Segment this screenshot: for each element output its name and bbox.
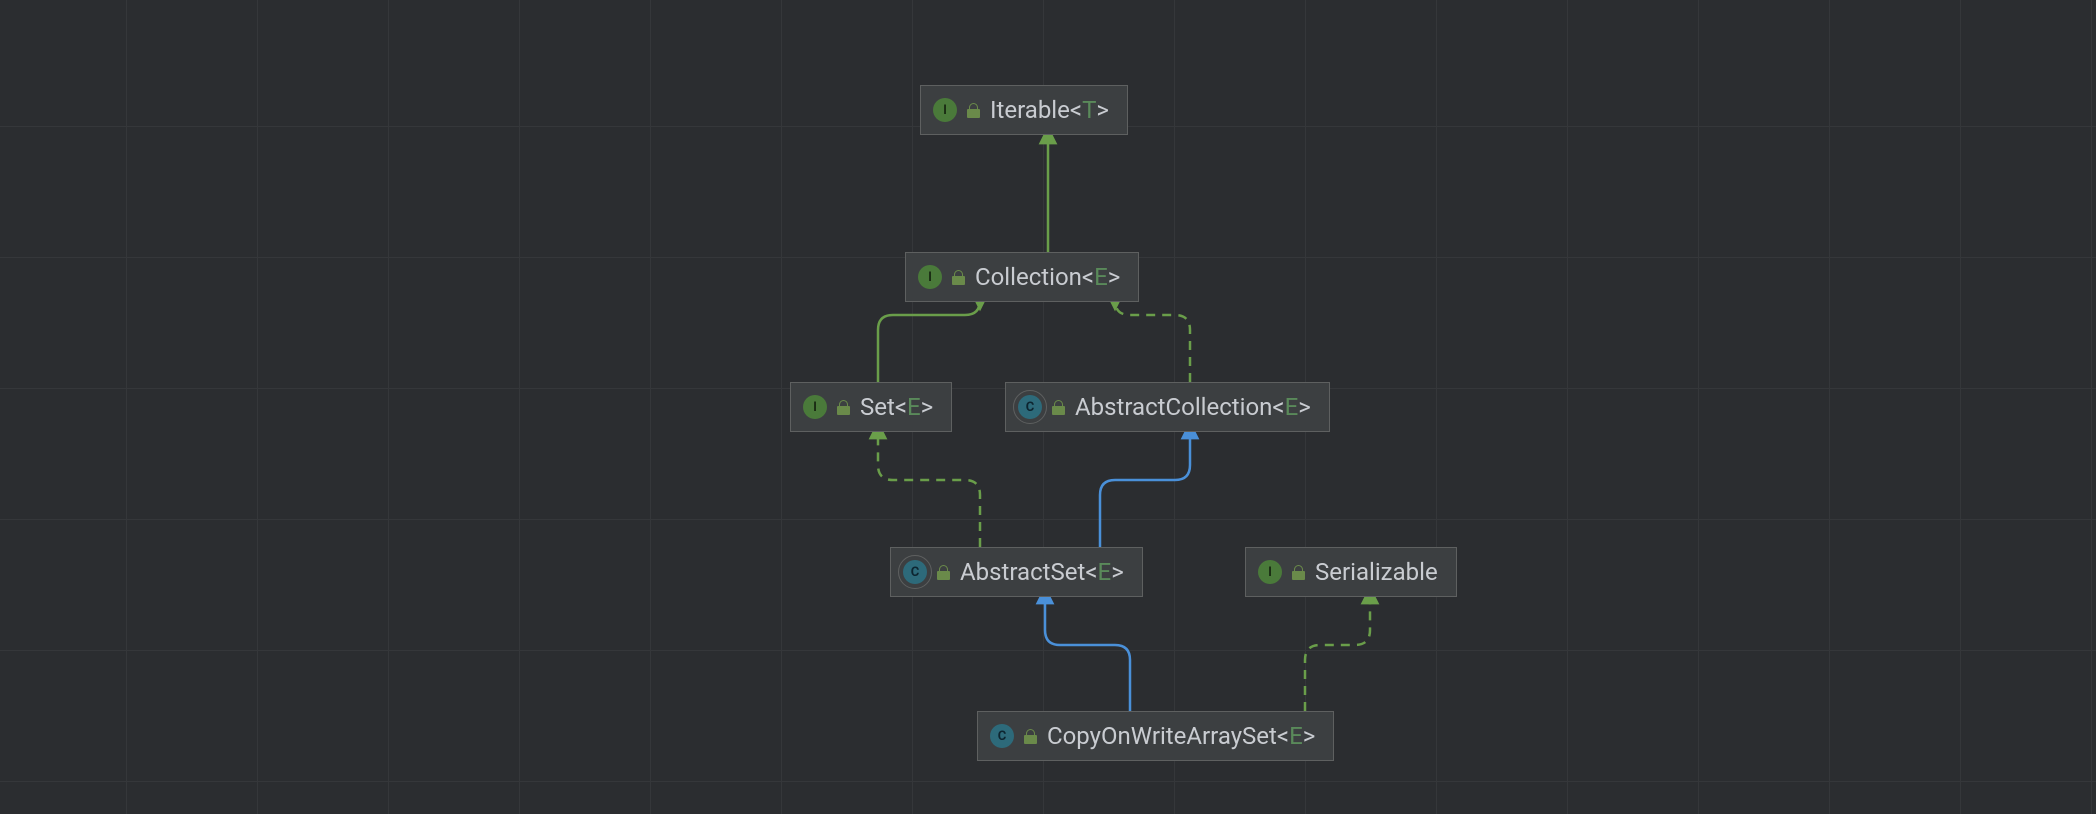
lock-icon (1052, 400, 1065, 415)
node-label: Iterable<T> (990, 96, 1109, 124)
node-copyonwritearrayset[interactable]: C CopyOnWriteArraySet<E> (977, 711, 1334, 761)
lock-icon (837, 400, 850, 415)
node-label: CopyOnWriteArraySet<E> (1047, 722, 1315, 750)
node-serializable[interactable]: I Serializable (1245, 547, 1457, 597)
class-icon: C (990, 724, 1014, 748)
interface-icon: I (918, 265, 942, 289)
lock-icon (1292, 565, 1305, 580)
node-label: Collection<E> (975, 263, 1120, 291)
node-collection[interactable]: I Collection<E> (905, 252, 1139, 302)
node-abstractset[interactable]: C AbstractSet<E> (890, 547, 1143, 597)
lock-icon (1024, 729, 1037, 744)
node-label: Serializable (1315, 558, 1438, 586)
interface-icon: I (803, 395, 827, 419)
node-label: AbstractCollection<E> (1075, 393, 1311, 421)
lock-icon (952, 270, 965, 285)
lock-icon (967, 103, 980, 118)
node-label: AbstractSet<E> (960, 558, 1124, 586)
node-set[interactable]: I Set<E> (790, 382, 952, 432)
lock-icon (937, 565, 950, 580)
interface-icon: I (933, 98, 957, 122)
class-icon: C (903, 560, 927, 584)
class-icon: C (1018, 395, 1042, 419)
node-label: Set<E> (860, 393, 933, 421)
node-iterable[interactable]: I Iterable<T> (920, 85, 1128, 135)
node-abstractcollection[interactable]: C AbstractCollection<E> (1005, 382, 1330, 432)
interface-icon: I (1258, 560, 1282, 584)
